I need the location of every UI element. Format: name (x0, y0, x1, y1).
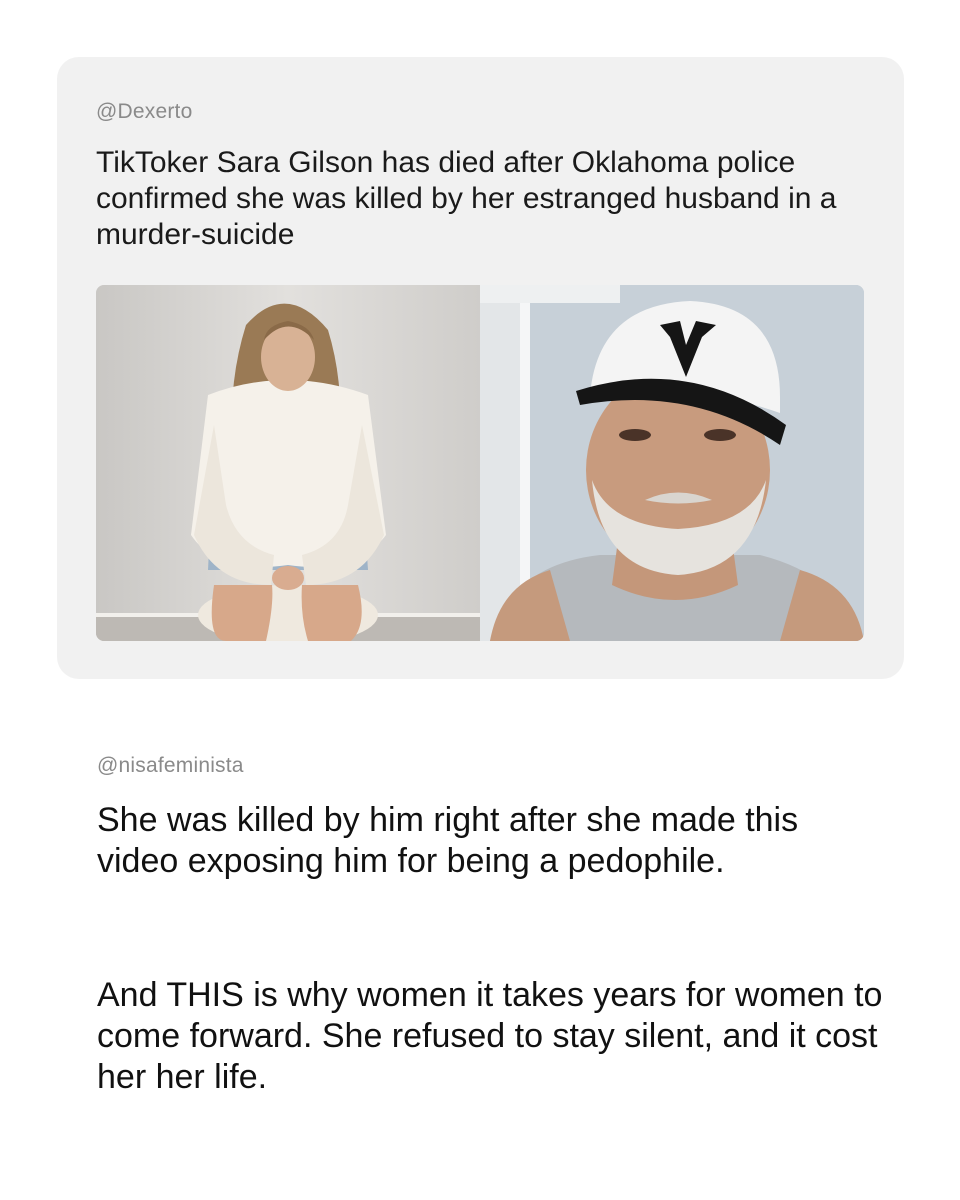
quoted-post-images[interactable] (96, 285, 864, 641)
post-paragraph: She was killed by him right after she ma… (97, 801, 799, 880)
quoted-post-handle[interactable]: @Dexerto (96, 100, 192, 124)
photo-woman[interactable] (96, 285, 480, 641)
quoted-post-card[interactable]: @Dexerto TikToker Sara Gilson has died a… (57, 57, 904, 679)
post-author-handle[interactable]: @nisafeminista (97, 754, 244, 778)
post-paragraph: And THIS is why women it takes years for… (97, 976, 883, 1096)
photo-man[interactable] (480, 285, 864, 641)
post-screenshot: @Dexerto TikToker Sara Gilson has died a… (0, 0, 960, 1200)
quoted-post-headline: TikToker Sara Gilson has died after Okla… (96, 146, 837, 251)
